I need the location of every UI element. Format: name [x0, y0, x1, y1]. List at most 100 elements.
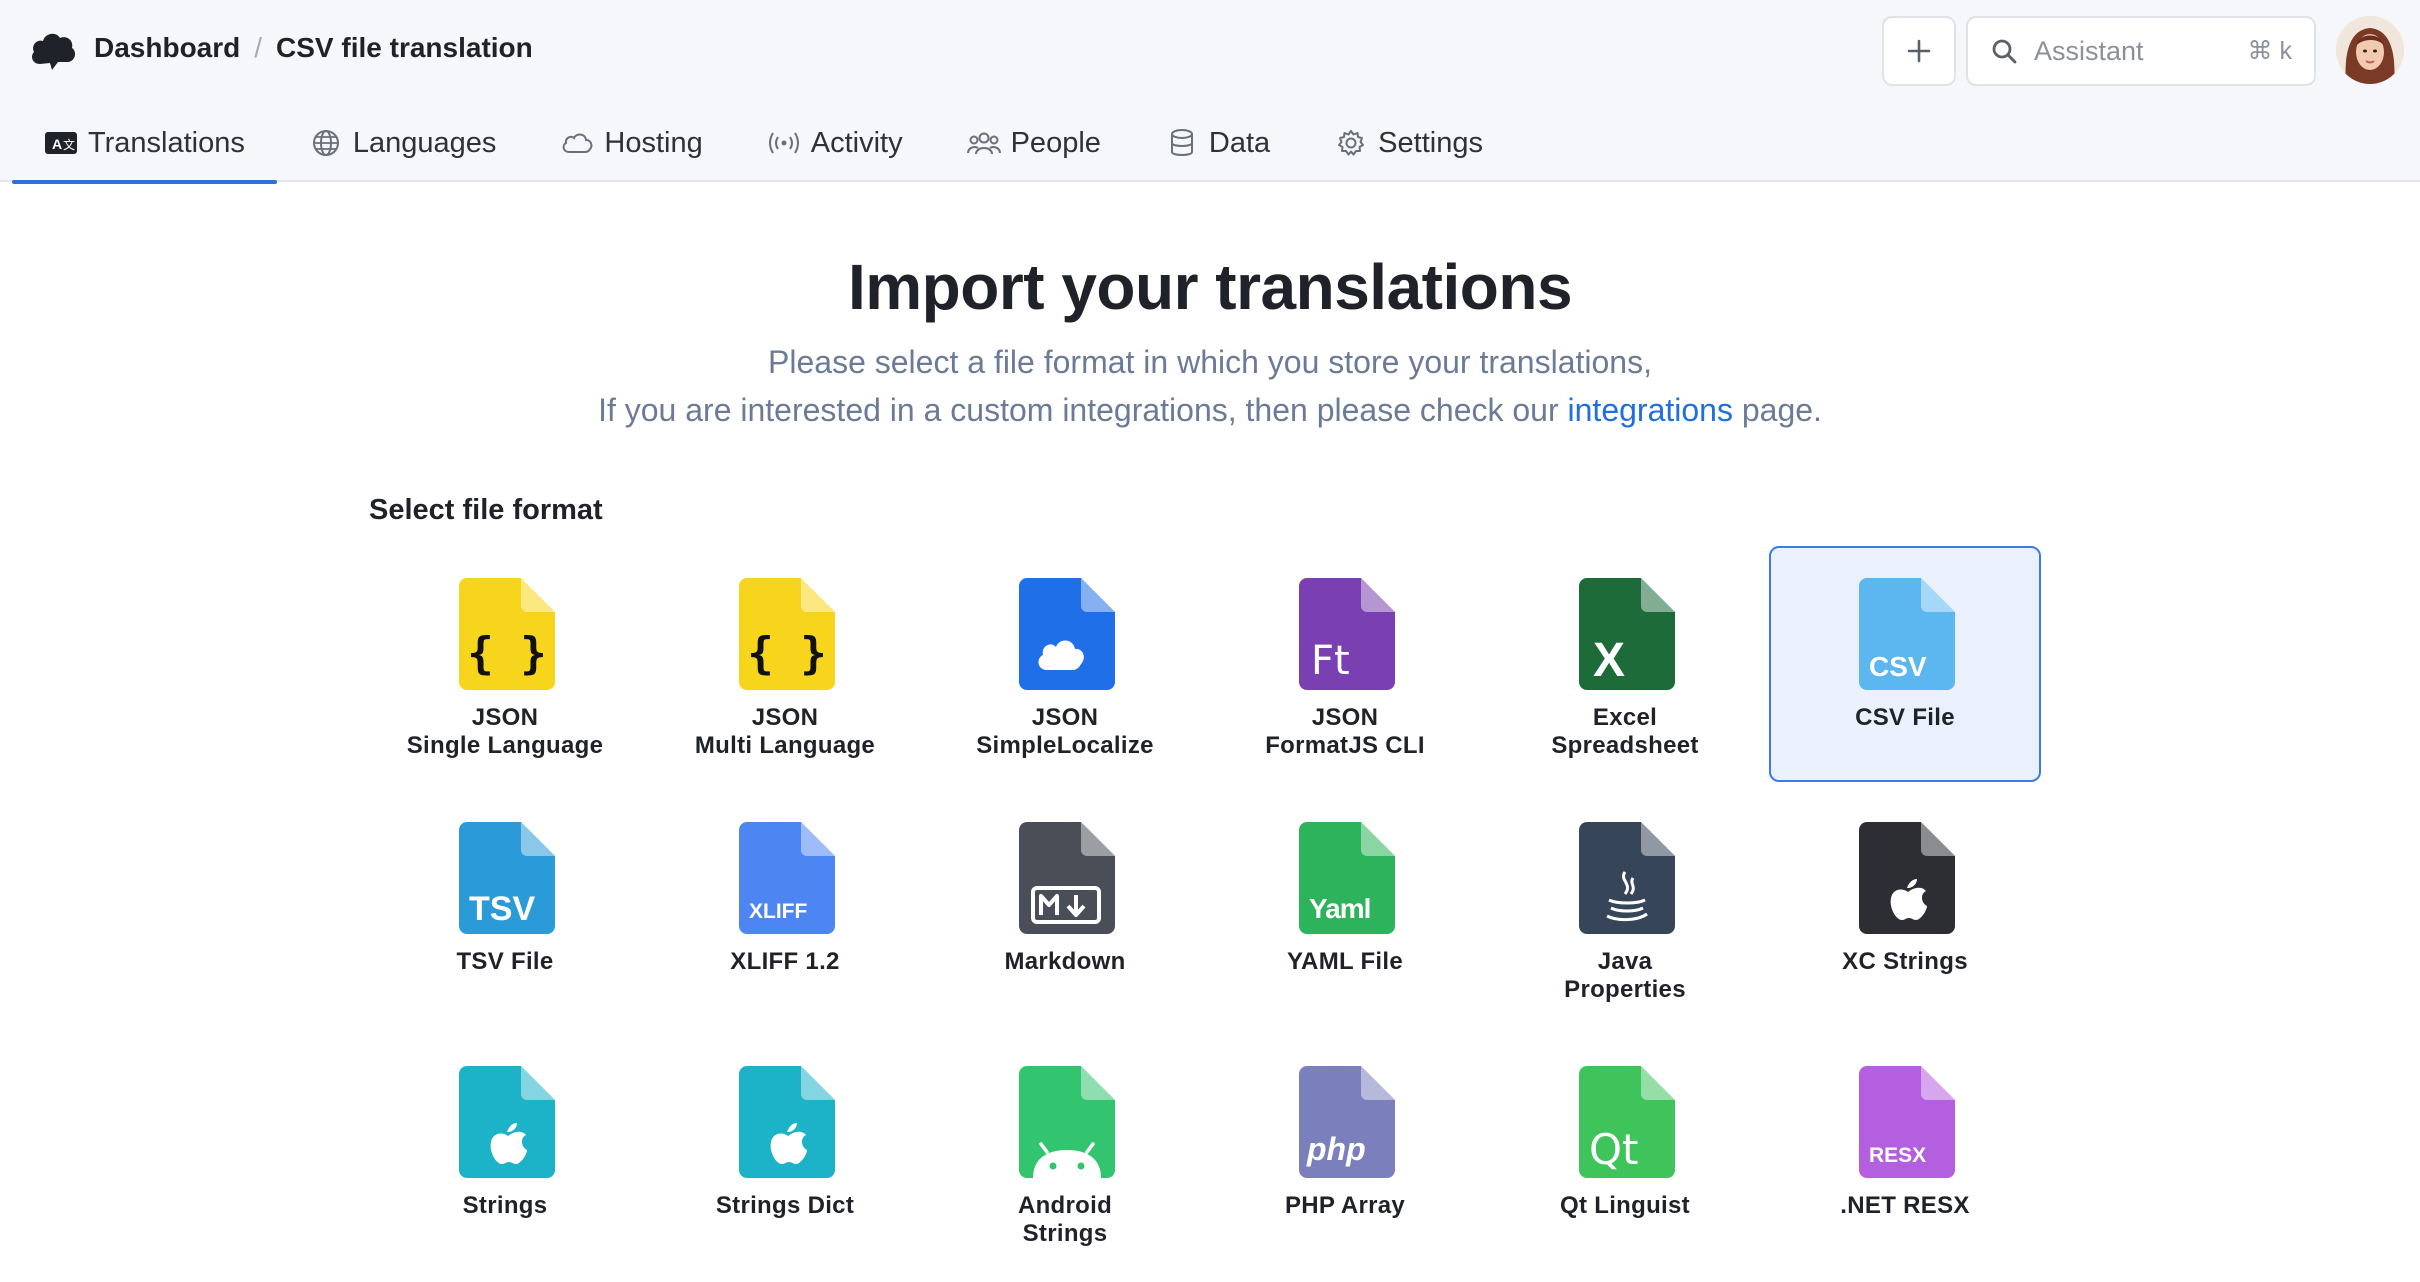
format-name: XC Strings — [1842, 948, 1968, 975]
format-label: Excel Spreadsheet — [1491, 704, 1759, 760]
format-card-android-strings[interactable]: Android Strings — [929, 1034, 1201, 1270]
format-label: Markdown — [931, 948, 1199, 976]
svg-text:X: X — [1593, 634, 1625, 687]
format-name: Qt Linguist — [1560, 1192, 1690, 1219]
format-label: XC Strings — [1771, 948, 2039, 976]
format-name: Strings Dict — [715, 1192, 855, 1219]
format-card-json-single-language[interactable]: { } JSON Single Language — [369, 546, 641, 782]
xc-strings-file-icon — [1859, 822, 1955, 934]
tab-activity[interactable]: Activity — [735, 104, 935, 182]
json-simplelocalize-file-icon — [1019, 578, 1115, 690]
format-subname: FormatJS CLI — [1265, 732, 1425, 759]
format-label: JSON Single Language — [371, 704, 639, 760]
tab-label: Translations — [88, 126, 245, 159]
format-card-excel-spreadsheet[interactable]: X Excel Spreadsheet — [1489, 546, 1761, 782]
qt-linguist-file-icon: Qt — [1579, 1066, 1675, 1178]
java-properties-file-icon — [1579, 822, 1675, 934]
format-card-strings-dict[interactable]: Strings Dict — [649, 1034, 921, 1270]
tab-data[interactable]: Data — [1133, 104, 1302, 182]
tab-hosting[interactable]: Hosting — [528, 104, 734, 182]
tab-label: Data — [1208, 126, 1271, 159]
format-subname: Properties — [1564, 976, 1686, 1003]
format-name: Java — [1597, 948, 1653, 975]
database-icon — [1165, 126, 1199, 160]
format-name: CSV File — [1855, 704, 1955, 731]
broadcast-icon — [767, 126, 801, 160]
avatar-image — [2336, 16, 2404, 84]
format-label: Java Properties — [1491, 948, 1759, 1004]
tab-label: Hosting — [604, 126, 703, 159]
format-label: XLIFF 1.2 — [651, 948, 919, 976]
format-label: Strings — [371, 1192, 639, 1220]
svg-text:{ }: { } — [747, 628, 826, 679]
tab-translations[interactable]: A文 Translations — [12, 104, 277, 184]
format-name: PHP Array — [1284, 1192, 1406, 1219]
format-name: JSON — [1311, 704, 1379, 731]
format-name: JSON — [1031, 704, 1099, 731]
main-content: Import your translations Please select a… — [0, 182, 2420, 1280]
xliff-1-2-file-icon: XLIFF — [739, 822, 835, 934]
keyboard-shortcut: ⌘ k — [2247, 37, 2292, 65]
tab-languages[interactable]: Languages — [277, 104, 529, 182]
format-card-tsv-file[interactable]: TSV TSV File — [369, 790, 641, 1026]
add-button[interactable] — [1882, 16, 1956, 86]
format-name: Android — [1017, 1192, 1113, 1219]
format-card-java-properties[interactable]: Java Properties — [1489, 790, 1761, 1026]
format-card-json-formatjs-cli[interactable]: Ft JSON FormatJS CLI — [1209, 546, 1481, 782]
format-subname: Multi Language — [694, 732, 876, 759]
format-card-json-multi-language[interactable]: { } JSON Multi Language — [649, 546, 921, 782]
json-single-language-file-icon: { } — [459, 578, 555, 690]
format-card-xc-strings[interactable]: XC Strings — [1769, 790, 2041, 1026]
format-card-qt-linguist[interactable]: Qt Qt Linguist — [1489, 1034, 1761, 1270]
php-array-file-icon: php — [1299, 1066, 1395, 1178]
yaml-file-file-icon: Yaml — [1299, 822, 1395, 934]
format-card-php-array[interactable]: php PHP Array — [1209, 1034, 1481, 1270]
project-tabs: A文 Translations Languages Hosting Activi… — [12, 104, 1515, 184]
tsv-file-file-icon: TSV — [459, 822, 555, 934]
android-strings-file-icon — [1019, 1066, 1115, 1178]
format-label: JSON Multi Language — [651, 704, 919, 760]
format-name: XLIFF 1.2 — [730, 948, 840, 975]
markdown-file-icon — [1019, 822, 1115, 934]
format-card-markdown[interactable]: Markdown — [929, 790, 1201, 1026]
svg-text:TSV: TSV — [469, 890, 535, 928]
search-icon — [1992, 39, 2017, 64]
format-label: Strings Dict — [651, 1192, 919, 1220]
format-card-yaml-file[interactable]: Yaml YAML File — [1209, 790, 1481, 1026]
format-card-json-simplelocalize[interactable]: JSON SimpleLocalize — [929, 546, 1201, 782]
breadcrumb-project[interactable]: CSV file translation — [276, 32, 533, 64]
format-card-csv-file[interactable]: CSV CSV File — [1769, 546, 2041, 782]
file-format-grid: { } JSON Single Language { } JSON Multi … — [0, 182, 2420, 1280]
tab-people[interactable]: People — [935, 104, 1133, 182]
svg-text:RESX: RESX — [1869, 1144, 1926, 1167]
json-formatjs-cli-file-icon: Ft — [1299, 578, 1395, 690]
format-card-xliff-1-2[interactable]: XLIFF XLIFF 1.2 — [649, 790, 921, 1026]
svg-text:Yaml: Yaml — [1309, 893, 1370, 924]
format-label: .NET RESX — [1771, 1192, 2039, 1220]
format-name: JSON — [751, 704, 819, 731]
format-subname: Single Language — [406, 732, 604, 759]
format-card-net-resx[interactable]: RESX .NET RESX — [1769, 1034, 2041, 1270]
translate-icon: A文 — [44, 126, 78, 160]
tab-settings[interactable]: Settings — [1302, 104, 1515, 182]
svg-text:Qt: Qt — [1589, 1125, 1639, 1174]
tab-label: People — [1010, 126, 1101, 159]
globe-icon — [309, 126, 343, 160]
format-name: YAML File — [1286, 948, 1404, 975]
format-subname: Strings — [1022, 1220, 1108, 1247]
format-name: TSV File — [456, 948, 554, 975]
assistant-search[interactable]: Assistant ⌘ k — [1966, 16, 2316, 86]
csv-file-file-icon: CSV — [1859, 578, 1955, 690]
svg-text:A: A — [52, 136, 62, 152]
format-name: JSON — [471, 704, 539, 731]
breadcrumb-dashboard[interactable]: Dashboard — [94, 32, 240, 64]
top-bar: Dashboard / CSV file translation Assista… — [0, 0, 2420, 102]
user-avatar[interactable] — [2336, 16, 2404, 84]
breadcrumb-separator: / — [254, 32, 263, 63]
json-multi-language-file-icon: { } — [739, 578, 835, 690]
strings-dict-file-icon — [739, 1066, 835, 1178]
format-subname: Spreadsheet — [1551, 732, 1699, 759]
cloud-logo-icon[interactable] — [28, 26, 78, 72]
format-card-strings[interactable]: Strings — [369, 1034, 641, 1270]
strings-file-icon — [459, 1066, 555, 1178]
